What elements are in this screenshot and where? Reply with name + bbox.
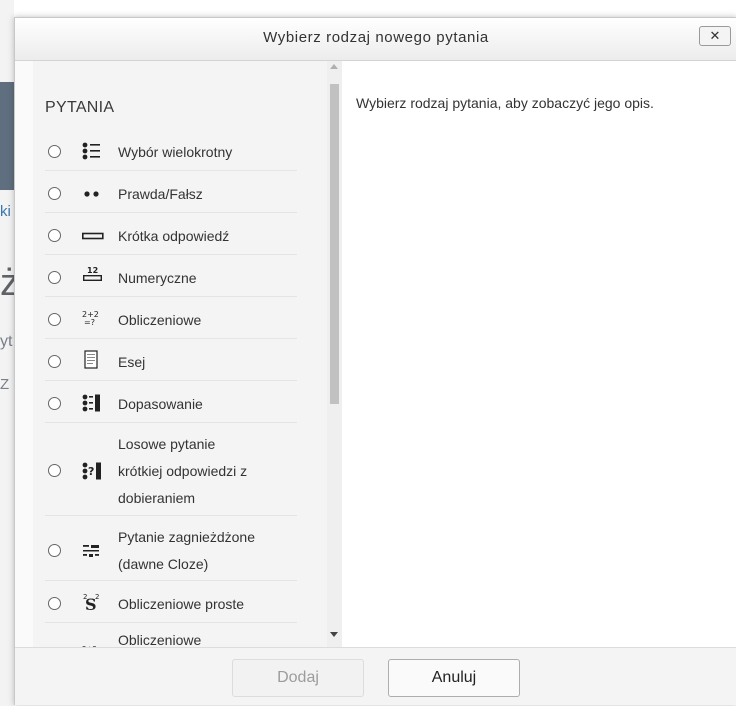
question-type-dialog: Wybierz rodzaj nowego pytania ✕ PYTANIA … (14, 17, 736, 705)
close-button[interactable]: ✕ (699, 26, 731, 46)
option-label: Obliczeniowe (118, 632, 202, 647)
dialog-header: Wybierz rodzaj nowego pytania ✕ (15, 18, 736, 61)
multianswer-icon (82, 543, 104, 561)
match-icon (82, 394, 104, 412)
radio-button[interactable] (48, 355, 61, 368)
radio-button[interactable] (48, 464, 61, 477)
option-numerical[interactable]: 12 Numeryczne (45, 261, 297, 297)
dialog-title: Wybierz rodzaj nowego pytania (263, 29, 489, 46)
numerical-icon: 12 (82, 266, 104, 284)
option-truefalse[interactable]: Prawda/Fałsz (45, 177, 297, 213)
option-label-line: krótkiej odpowiedzi z (118, 463, 248, 479)
radio-button[interactable] (48, 229, 61, 242)
multichoice-icon (82, 142, 104, 160)
radio-button[interactable] (48, 145, 61, 158)
option-multianswer[interactable]: Pytanie zagnieżdżone (dawne Cloze) (45, 522, 297, 581)
option-label-line: (dawne Cloze) (118, 556, 209, 572)
description-text: Wybierz rodzaj pytania, aby zobaczyć jeg… (356, 95, 654, 111)
shortanswer-icon (82, 227, 104, 245)
option-label: Numeryczne (118, 270, 197, 286)
description-panel: Wybierz rodzaj pytania, aby zobaczyć jeg… (342, 61, 736, 647)
options-scrollbar[interactable] (327, 61, 342, 647)
option-label-line: dobieraniem (118, 490, 196, 506)
option-label: Obliczeniowe proste (118, 596, 245, 612)
scroll-down-arrow-icon[interactable] (330, 632, 338, 637)
section-heading: PYTANIA (45, 99, 115, 116)
option-label: Krótka odpowiedź (118, 228, 230, 244)
essay-icon (82, 350, 104, 369)
background-link-fragment: ki (0, 203, 11, 220)
radio-button[interactable] (48, 187, 61, 200)
svg-text:?: ? (88, 465, 94, 478)
truefalse-icon (82, 185, 104, 203)
background-heading-fragment: żo (0, 262, 14, 304)
option-essay[interactable]: Esej (45, 345, 297, 381)
option-label: Losowe pytanie krótkiej odpowiedzi z dob… (118, 431, 298, 512)
option-calculatedsimple[interactable]: 2 2 S Obliczeniowe proste (45, 587, 297, 623)
randomsamatch-icon: ? (82, 462, 104, 480)
option-label: Esej (118, 354, 146, 370)
calculated-icon: 2+2 =? (82, 309, 104, 327)
svg-text:S: S (85, 595, 97, 612)
background-banner (0, 82, 14, 190)
option-shortanswer[interactable]: Krótka odpowiedź (45, 219, 297, 255)
question-options-panel: PYTANIA Wybór wielokrotny Prawda/Fałsz K… (33, 61, 327, 647)
background-top (0, 0, 736, 18)
radio-button[interactable] (48, 544, 61, 557)
option-label: Wybór wielokrotny (118, 144, 233, 160)
option-label: Dopasowanie (118, 396, 203, 412)
option-match[interactable]: Dopasowanie (45, 387, 297, 423)
svg-text:12: 12 (87, 266, 98, 275)
cancel-button[interactable]: Anuluj (388, 659, 520, 697)
scroll-thumb[interactable] (330, 84, 339, 404)
radio-button[interactable] (48, 597, 61, 610)
option-randomsamatch[interactable]: ? Losowe pytanie krótkiej odpowiedzi z d… (45, 429, 297, 516)
dialog-footer: Dodaj Anuluj (15, 647, 736, 705)
scroll-up-arrow-icon[interactable] (330, 64, 338, 69)
option-label-line: Losowe pytanie (118, 436, 216, 452)
radio-button[interactable] (48, 271, 61, 284)
option-calculated[interactable]: 2+2 =? Obliczeniowe (45, 303, 297, 339)
option-label: Pytanie zagnieżdżone (dawne Cloze) (118, 524, 298, 578)
add-button[interactable]: Dodaj (232, 659, 364, 697)
option-calculatedmulti[interactable]: 2+2 =? Obliczeniowe (45, 629, 297, 647)
option-multichoice[interactable]: Wybór wielokrotny (45, 135, 297, 171)
option-label: Prawda/Fałsz (118, 186, 203, 202)
radio-button[interactable] (48, 313, 61, 326)
radio-button[interactable] (48, 397, 61, 410)
background-text-fragment: yt (0, 333, 13, 350)
option-label: Obliczeniowe (118, 312, 202, 328)
option-label-line: Pytanie zagnieżdżone (118, 529, 255, 545)
svg-text:=?: =? (84, 318, 95, 327)
calculatedsimple-icon: 2 2 S (82, 592, 104, 612)
background-input-fragment: Z (0, 376, 10, 393)
